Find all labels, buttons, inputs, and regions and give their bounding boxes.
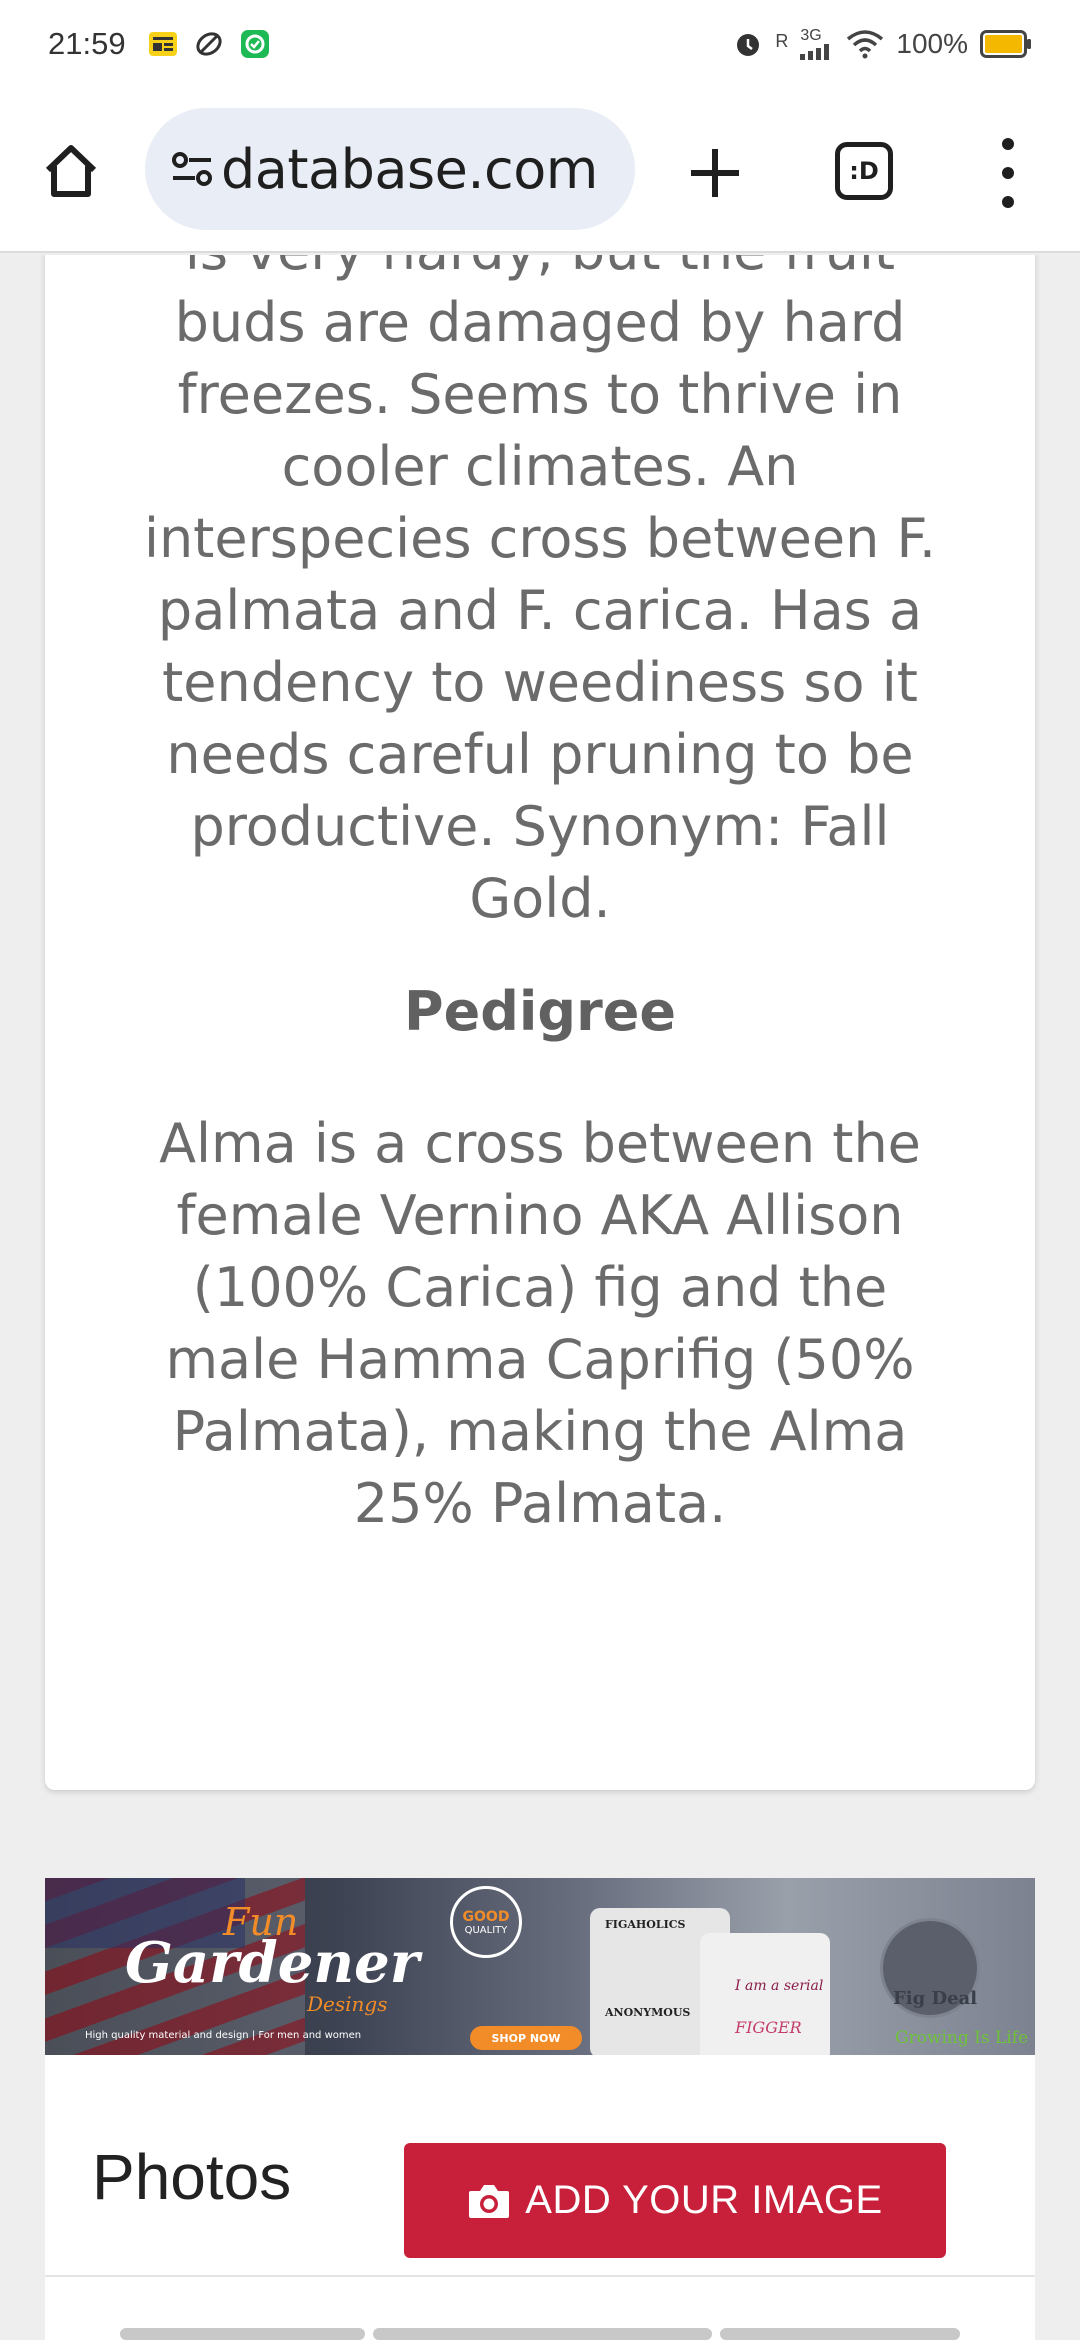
pedigree-heading: Pedigree bbox=[404, 980, 676, 1043]
leaf-app-icon bbox=[194, 29, 224, 59]
pedigree-text: Alma is a cross between the female Verni… bbox=[159, 1112, 921, 1535]
camera-icon bbox=[469, 2184, 510, 2218]
ad-banner[interactable]: Fun Gardener Desings High quality materi… bbox=[45, 1878, 1035, 2055]
brand-tagline: High quality material and design | For m… bbox=[85, 2030, 362, 2041]
notification-icons bbox=[148, 29, 270, 59]
battery-percent: 100% bbox=[896, 28, 968, 59]
tab-switcher-button[interactable]: :D bbox=[835, 142, 893, 200]
more-menu-button[interactable] bbox=[996, 138, 1020, 208]
photo-thumbnail[interactable] bbox=[720, 2328, 960, 2340]
shirt-text: FIGGER bbox=[735, 2018, 802, 2037]
status-right: R 3G 100% bbox=[733, 28, 1032, 60]
photo-thumbnail-strip[interactable] bbox=[120, 2328, 960, 2340]
good-quality-badge: GOOD QUALITY bbox=[450, 1886, 522, 1958]
brand-gardener: Gardener bbox=[125, 1930, 420, 1996]
menu-dot-icon bbox=[1002, 138, 1014, 150]
divider bbox=[45, 2275, 1035, 2277]
new-tab-button[interactable] bbox=[680, 138, 750, 208]
status-bar: 21:59 R 3G 100% bbox=[0, 0, 1080, 88]
url-text[interactable]: database.com bbox=[221, 138, 598, 201]
wifi-icon bbox=[846, 29, 884, 59]
menu-dot-icon bbox=[1002, 196, 1014, 208]
menu-dot-icon bbox=[1002, 167, 1014, 179]
quality-label: QUALITY bbox=[464, 1924, 508, 1936]
add-your-image-button[interactable]: ADD YOUR IMAGE bbox=[404, 2143, 946, 2258]
add-your-image-label: ADD YOUR IMAGE bbox=[525, 2178, 883, 2222]
shirt-text: ANONYMOUS bbox=[605, 2006, 691, 2019]
status-time: 21:59 bbox=[48, 26, 126, 61]
security-app-icon bbox=[240, 29, 270, 59]
alarm-icon bbox=[733, 29, 763, 59]
shirt-text: FIGAHOLICS bbox=[605, 1918, 686, 1931]
browser-toolbar: database.com :D bbox=[0, 88, 1080, 253]
photo-thumbnail[interactable] bbox=[372, 2328, 713, 2340]
shirt-text: I am a serial bbox=[735, 1978, 824, 1994]
shop-now-button[interactable]: SHOP NOW bbox=[470, 2026, 582, 2050]
brand-designs: Desings bbox=[307, 1992, 388, 2016]
photo-thumbnail[interactable] bbox=[120, 2328, 365, 2340]
good-label: GOOD bbox=[462, 1908, 510, 1925]
site-info-icon[interactable] bbox=[167, 144, 217, 194]
variety-description: is very hardy, but the fruit buds are da… bbox=[143, 255, 937, 930]
home-icon bbox=[45, 145, 97, 197]
battery-icon bbox=[980, 30, 1032, 58]
plus-icon bbox=[691, 149, 739, 197]
growing-is-life-text: Growing Is Life bbox=[895, 2028, 1029, 2048]
description-card: is very hardy, but the fruit buds are da… bbox=[45, 255, 1035, 1790]
address-bar[interactable]: database.com bbox=[145, 108, 635, 230]
tab-switcher-label: :D bbox=[849, 157, 879, 185]
home-button[interactable] bbox=[38, 138, 104, 204]
network-type: 3G bbox=[800, 27, 822, 44]
page-content[interactable]: is very hardy, but the fruit buds are da… bbox=[0, 255, 1080, 2340]
news-notification-icon bbox=[148, 29, 178, 59]
photos-heading: Photos bbox=[92, 2141, 292, 2213]
fig-deal-text: Fig Deal bbox=[893, 1988, 978, 2009]
cellular-signal-icon: 3G bbox=[800, 28, 834, 60]
roaming-indicator: R bbox=[775, 31, 789, 51]
